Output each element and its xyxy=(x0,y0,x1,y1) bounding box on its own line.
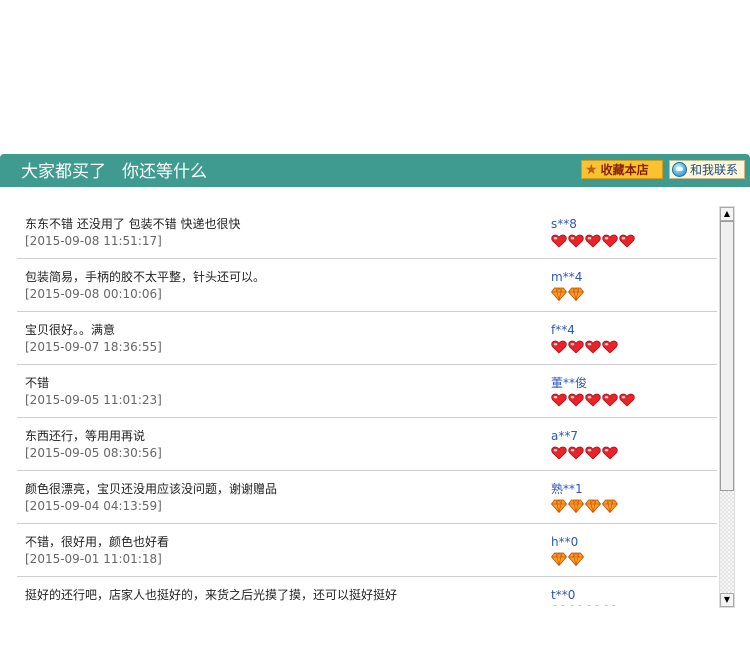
review-list: 东东不错 还没用了 包装不错 快递也很快 [2015-09-08 11:51:1… xyxy=(17,206,717,606)
diamond-icon xyxy=(551,287,567,301)
review-row: 包装简易，手柄的胶不太平整，针头还可以。 [2015-09-08 00:10:0… xyxy=(17,259,717,312)
header-title: 大家都买了 xyxy=(21,162,106,182)
buyer-rank xyxy=(551,393,635,407)
heart-icon xyxy=(604,605,616,606)
review-comment: 挺好的还行吧，店家人也挺好的，来货之后光摸了摸，还可以挺好挺好 xyxy=(25,588,398,602)
review-time: [2015-09-01 11:01:18] xyxy=(25,552,162,566)
review-row: 东西还行，等用用再说 [2015-09-05 08:30:56] a**7 xyxy=(17,418,717,471)
favorite-shop-label: 收藏本店 xyxy=(600,162,649,177)
review-comment: 东西还行，等用用再说 xyxy=(25,429,146,443)
buyer-rank xyxy=(551,340,618,354)
review-comment: 不错，很好用，颜色也好看 xyxy=(25,535,170,549)
buyer-rank xyxy=(551,446,618,460)
review-comment: 宝贝很好。。满意 xyxy=(25,323,116,337)
heart-icon xyxy=(568,393,584,407)
buyer-rank xyxy=(551,287,584,301)
diamond-icon xyxy=(568,499,584,513)
page: 大家都买了 你还等什么 ★ 收藏本店 和我联系 东东不错 还没用了 包装不错 快… xyxy=(0,0,750,668)
heart-icon xyxy=(585,234,601,248)
diamond-icon xyxy=(585,499,601,513)
review-user[interactable]: 董**俊 xyxy=(551,376,587,391)
favorite-shop-button[interactable]: ★ 收藏本店 xyxy=(581,160,663,179)
heart-icon xyxy=(568,446,584,460)
scroll-up-button[interactable]: ▲ xyxy=(720,207,734,221)
review-time: [2015-09-05 08:30:56] xyxy=(25,446,162,460)
heart-icon xyxy=(602,234,618,248)
heart-icon xyxy=(602,446,618,460)
heart-icon xyxy=(585,393,601,407)
buyer-rank xyxy=(551,552,584,566)
diamond-icon xyxy=(568,287,584,301)
review-time: [2015-09-08 11:51:17] xyxy=(25,234,162,248)
heart-icon xyxy=(553,605,565,606)
review-comment: 包装简易，手柄的胶不太平整，针头还可以。 xyxy=(25,270,266,284)
scroll-down-button[interactable]: ▼ xyxy=(720,593,734,607)
heart-icon xyxy=(619,234,635,248)
heart-icon xyxy=(587,605,599,606)
review-user[interactable]: t**0 xyxy=(551,588,575,603)
buyer-rank xyxy=(551,499,618,513)
heart-icon xyxy=(551,446,567,460)
contact-me-label: 和我联系 xyxy=(690,162,739,177)
vertical-scrollbar[interactable]: ▲ ▼ xyxy=(719,206,735,608)
review-row: 东东不错 还没用了 包装不错 快递也很快 [2015-09-08 11:51:1… xyxy=(17,206,717,259)
diamond-icon xyxy=(602,499,618,513)
heart-icon xyxy=(619,393,635,407)
review-user[interactable]: 熟**1 xyxy=(551,482,583,497)
review-comment: 不错 xyxy=(25,376,50,390)
scroll-thumb[interactable] xyxy=(720,221,734,491)
contact-me-button[interactable]: 和我联系 xyxy=(669,160,745,179)
heart-icon xyxy=(602,340,618,354)
review-user[interactable]: s**8 xyxy=(551,217,577,232)
diamond-icon xyxy=(568,552,584,566)
heart-icon xyxy=(551,340,567,354)
review-row: 宝贝很好。。满意 [2015-09-07 18:36:55] f**4 xyxy=(17,312,717,365)
review-user[interactable]: h**0 xyxy=(551,535,578,550)
heart-icon xyxy=(602,393,618,407)
review-row: 挺好的还行吧，店家人也挺好的，来货之后光摸了摸，还可以挺好挺好 t**0 xyxy=(17,577,717,606)
review-row: 颜色很漂亮，宝贝还没用应该没问题，谢谢赠品 [2015-09-04 04:13:… xyxy=(17,471,717,524)
review-row: 不错，很好用，颜色也好看 [2015-09-01 11:01:18] h**0 xyxy=(17,524,717,577)
review-time: [2015-09-05 11:01:23] xyxy=(25,393,162,407)
heart-icon xyxy=(551,393,567,407)
heart-icon xyxy=(551,234,567,248)
heart-icon xyxy=(585,446,601,460)
review-user[interactable]: m**4 xyxy=(551,270,582,285)
review-user[interactable]: a**7 xyxy=(551,429,578,444)
star-icon: ★ xyxy=(585,161,598,178)
buyer-rank xyxy=(551,605,618,606)
review-row: 不错 [2015-09-05 11:01:23] 董**俊 xyxy=(17,365,717,418)
heart-icon xyxy=(568,234,584,248)
review-user[interactable]: f**4 xyxy=(551,323,575,338)
diamond-icon xyxy=(551,552,567,566)
review-comment: 颜色很漂亮，宝贝还没用应该没问题，谢谢赠品 xyxy=(25,482,278,496)
chat-icon xyxy=(672,162,687,177)
review-time: [2015-09-08 00:10:06] xyxy=(25,287,162,301)
heart-icon xyxy=(585,340,601,354)
heart-icon xyxy=(570,605,582,606)
diamond-icon xyxy=(551,499,567,513)
buyer-rank xyxy=(551,234,635,248)
review-comment: 东东不错 还没用了 包装不错 快递也很快 xyxy=(25,217,241,231)
header-subtitle: 你还等什么 xyxy=(122,162,207,182)
heart-icon xyxy=(568,340,584,354)
review-time: [2015-09-07 18:36:55] xyxy=(25,340,162,354)
review-time: [2015-09-04 04:13:59] xyxy=(25,499,162,513)
